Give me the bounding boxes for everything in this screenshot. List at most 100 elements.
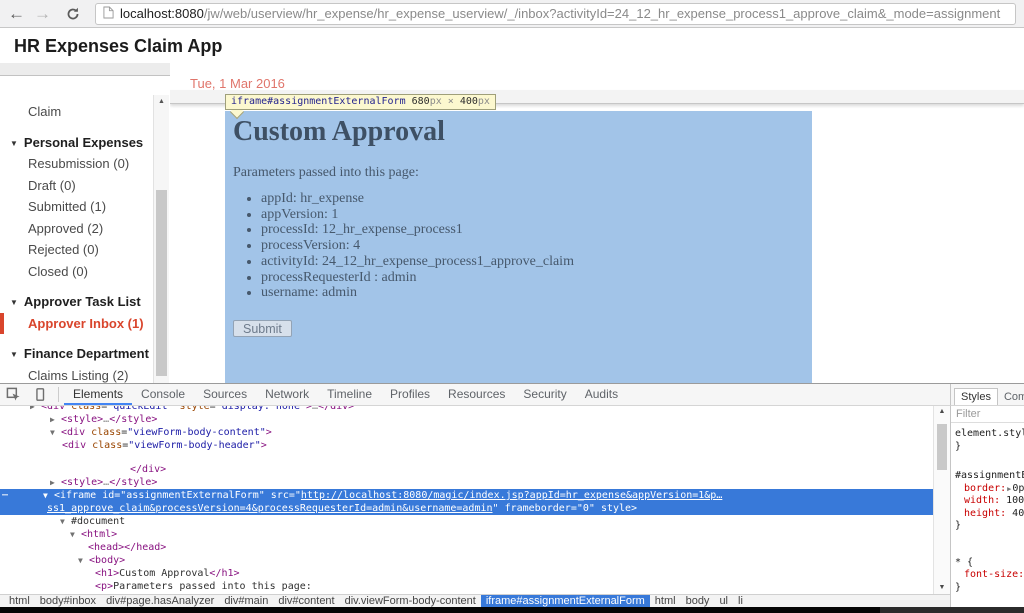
iframe-heading: Custom Approval bbox=[233, 116, 445, 148]
dom-tree-node[interactable]: ▼<body> bbox=[0, 554, 933, 567]
url-host: localhost:8080 bbox=[120, 6, 204, 21]
styles-filter-input[interactable]: Filter bbox=[951, 406, 1024, 423]
iframe-params-list: appId: hr_expenseappVersion: 1processId:… bbox=[233, 191, 574, 301]
css-rule: #assignmentExternalForm {border:▶0pxwidt… bbox=[951, 470, 1024, 533]
refresh-icon[interactable] bbox=[66, 7, 80, 21]
param-list-item: processRequesterId : admin bbox=[261, 270, 574, 286]
dom-breadcrumb: htmlbody#inboxdiv#page.hasAnalyzerdiv#ma… bbox=[0, 594, 950, 608]
scroll-down-icon[interactable]: ▼ bbox=[934, 584, 950, 591]
devtools-toolbar: ElementsConsoleSourcesNetworkTimelinePro… bbox=[0, 384, 950, 406]
devtools-tab-audits[interactable]: Audits bbox=[576, 384, 627, 405]
browser-toolbar: ← → localhost:8080/jw/web/userview/hr_ex… bbox=[0, 0, 1024, 28]
iframe-intro-text: Parameters passed into this page: bbox=[233, 165, 419, 181]
css-property[interactable]: border:▶0px bbox=[955, 483, 1024, 496]
submit-button[interactable]: Submit bbox=[233, 320, 292, 337]
devtools-tab-resources[interactable]: Resources bbox=[439, 384, 514, 405]
sidebar-item[interactable]: Resubmission (0) bbox=[0, 153, 152, 175]
back-icon[interactable]: ← bbox=[8, 5, 25, 22]
devtools-scrollbar[interactable]: ▲ ▼ bbox=[933, 406, 950, 594]
dom-tree-node[interactable]: ▼<div class="viewForm-body-content"> bbox=[0, 426, 933, 439]
dom-tree-node[interactable]: ▶<style>…</style> bbox=[0, 413, 933, 426]
element-dimensions-tooltip: iframe#assignmentExternalForm 680px × 40… bbox=[225, 94, 496, 110]
param-list-item: appVersion: 1 bbox=[261, 207, 574, 223]
device-toolbar-icon[interactable] bbox=[33, 387, 47, 402]
dom-tree-node[interactable]: <h1>Custom Approval</h1> bbox=[0, 567, 933, 580]
overflow-dots: ⋯ bbox=[2, 489, 9, 502]
taskbar-segment bbox=[880, 607, 1024, 613]
css-rule: * {font-size: } bbox=[951, 557, 1024, 595]
sidebar-item[interactable]: Claim bbox=[0, 101, 152, 123]
css-property[interactable]: height: 400px bbox=[955, 508, 1024, 521]
inspect-element-icon[interactable] bbox=[6, 387, 21, 402]
param-list-item: processVersion: 4 bbox=[261, 238, 574, 254]
sidebar-item[interactable]: Approved (2) bbox=[0, 218, 152, 240]
devtools-tab-profiles[interactable]: Profiles bbox=[381, 384, 439, 405]
sidebar-section-header[interactable]: ▼ Personal Expenses bbox=[0, 132, 152, 154]
sidebar-item[interactable]: Approver Inbox (1) bbox=[0, 313, 152, 335]
dom-tree-node[interactable]: <div class="viewForm-body-header"> bbox=[0, 439, 933, 452]
dom-tree-node[interactable]: ▶<style>…</style> bbox=[0, 476, 933, 489]
sidebar-scrollbar[interactable]: ▲ bbox=[153, 95, 169, 383]
css-selector[interactable]: * { bbox=[955, 557, 1024, 570]
param-list-item: appId: hr_expense bbox=[261, 191, 574, 207]
app-header: HR Expenses Claim App bbox=[0, 28, 1024, 64]
devtools-panel: ElementsConsoleSourcesNetworkTimelinePro… bbox=[0, 383, 1024, 607]
css-property[interactable]: width: 100% bbox=[955, 495, 1024, 508]
dom-tree-node-selected[interactable]: ⋯▼<iframe id="assignmentExternalForm" sr… bbox=[0, 489, 933, 502]
sidebar-item[interactable]: Closed (0) bbox=[0, 261, 152, 283]
dom-tree-node[interactable]: ▶<div class="quickEdit" style="display: … bbox=[0, 406, 933, 413]
dom-tree-node[interactable]: <p>Parameters passed into this page: bbox=[0, 580, 933, 593]
sidebar-tab-computed[interactable]: Computed bbox=[998, 389, 1024, 405]
devtools-tab-security[interactable]: Security bbox=[514, 384, 575, 405]
sidebar-tab-styles[interactable]: Styles bbox=[954, 388, 998, 405]
dom-tree-node[interactable]: ▼<html> bbox=[0, 528, 933, 541]
param-list-item: username: admin bbox=[261, 285, 574, 301]
css-property[interactable]: font-size: bbox=[955, 569, 1024, 582]
devtools-sidebar-tabs: StylesComputed bbox=[950, 384, 1024, 406]
dom-tree-node[interactable]: <head></head> bbox=[0, 541, 933, 554]
sidebar-item[interactable]: Rejected (0) bbox=[0, 239, 152, 261]
devtools-tab-network[interactable]: Network bbox=[256, 384, 318, 405]
tooltip-height: 400 bbox=[460, 96, 478, 107]
dom-tree: ▶<div class="quickEdit" style="display: … bbox=[0, 406, 933, 594]
tooltip-selector: iframe#assignmentExternalForm bbox=[231, 96, 406, 107]
css-selector[interactable]: #assignmentExternalForm { bbox=[955, 470, 1024, 483]
sidebar-item[interactable]: Submitted (1) bbox=[0, 196, 152, 218]
css-rules: element.style {} #assignmentExternalForm … bbox=[951, 428, 1024, 594]
css-rule: element.style {} bbox=[951, 428, 1024, 453]
scrollbar-thumb[interactable] bbox=[156, 190, 167, 376]
devtools-tabs: ElementsConsoleSourcesNetworkTimelinePro… bbox=[64, 384, 627, 405]
sidebar-menu: Claim ▼ Personal Expenses Resubmission (0)D… bbox=[0, 101, 152, 383]
css-selector[interactable]: element.style { bbox=[955, 428, 1024, 441]
devtools-tab-elements[interactable]: Elements bbox=[64, 384, 132, 405]
chevron-down-icon: ▼ bbox=[10, 139, 18, 148]
dom-tree-node-selected[interactable]: ss1_approve_claim&processVersion=4&proce… bbox=[0, 502, 933, 515]
main-content: Tue, 1 Mar 2016 iframe#assignmentExterna… bbox=[170, 63, 1024, 383]
sidebar-item[interactable]: Claims Listing (2) bbox=[0, 365, 152, 384]
tooltip-width: 680 bbox=[412, 96, 430, 107]
chevron-down-icon: ▼ bbox=[10, 298, 18, 307]
address-bar[interactable]: localhost:8080/jw/web/userview/hr_expens… bbox=[95, 3, 1016, 25]
forward-icon[interactable]: → bbox=[34, 5, 51, 22]
devtools-tab-sources[interactable]: Sources bbox=[194, 384, 256, 405]
screenshot-stage: ← → localhost:8080/jw/web/userview/hr_ex… bbox=[0, 0, 1024, 613]
dom-tree-node[interactable]: ▼#document bbox=[0, 515, 933, 528]
times-icon: × bbox=[442, 96, 460, 107]
dom-tree-node[interactable]: </div> bbox=[0, 463, 933, 476]
url-text: localhost:8080/jw/web/userview/hr_expens… bbox=[120, 6, 1000, 21]
devtools-tab-console[interactable]: Console bbox=[132, 384, 194, 405]
sidebar-section-label: Personal Expenses bbox=[24, 135, 143, 150]
sidebar-item[interactable]: Draft (0) bbox=[0, 175, 152, 197]
sidebar-section-header[interactable]: ▼ Approver Task List bbox=[0, 291, 152, 313]
toolbar-divider bbox=[58, 387, 59, 402]
scroll-up-icon[interactable]: ▲ bbox=[934, 408, 950, 415]
scrollbar-thumb[interactable] bbox=[937, 424, 947, 470]
taskbar-strip bbox=[0, 607, 1024, 613]
current-date: Tue, 1 Mar 2016 bbox=[190, 76, 285, 91]
scroll-up-icon[interactable]: ▲ bbox=[154, 98, 169, 105]
expand-icon[interactable]: ▶ bbox=[1007, 485, 1011, 493]
sidebar-section-header[interactable]: ▼Finance Department bbox=[0, 343, 152, 365]
sidebar-section-label: Approver Task List bbox=[24, 294, 141, 309]
devtools-tab-timeline[interactable]: Timeline bbox=[318, 384, 381, 405]
dom-tree-node[interactable] bbox=[0, 452, 933, 463]
